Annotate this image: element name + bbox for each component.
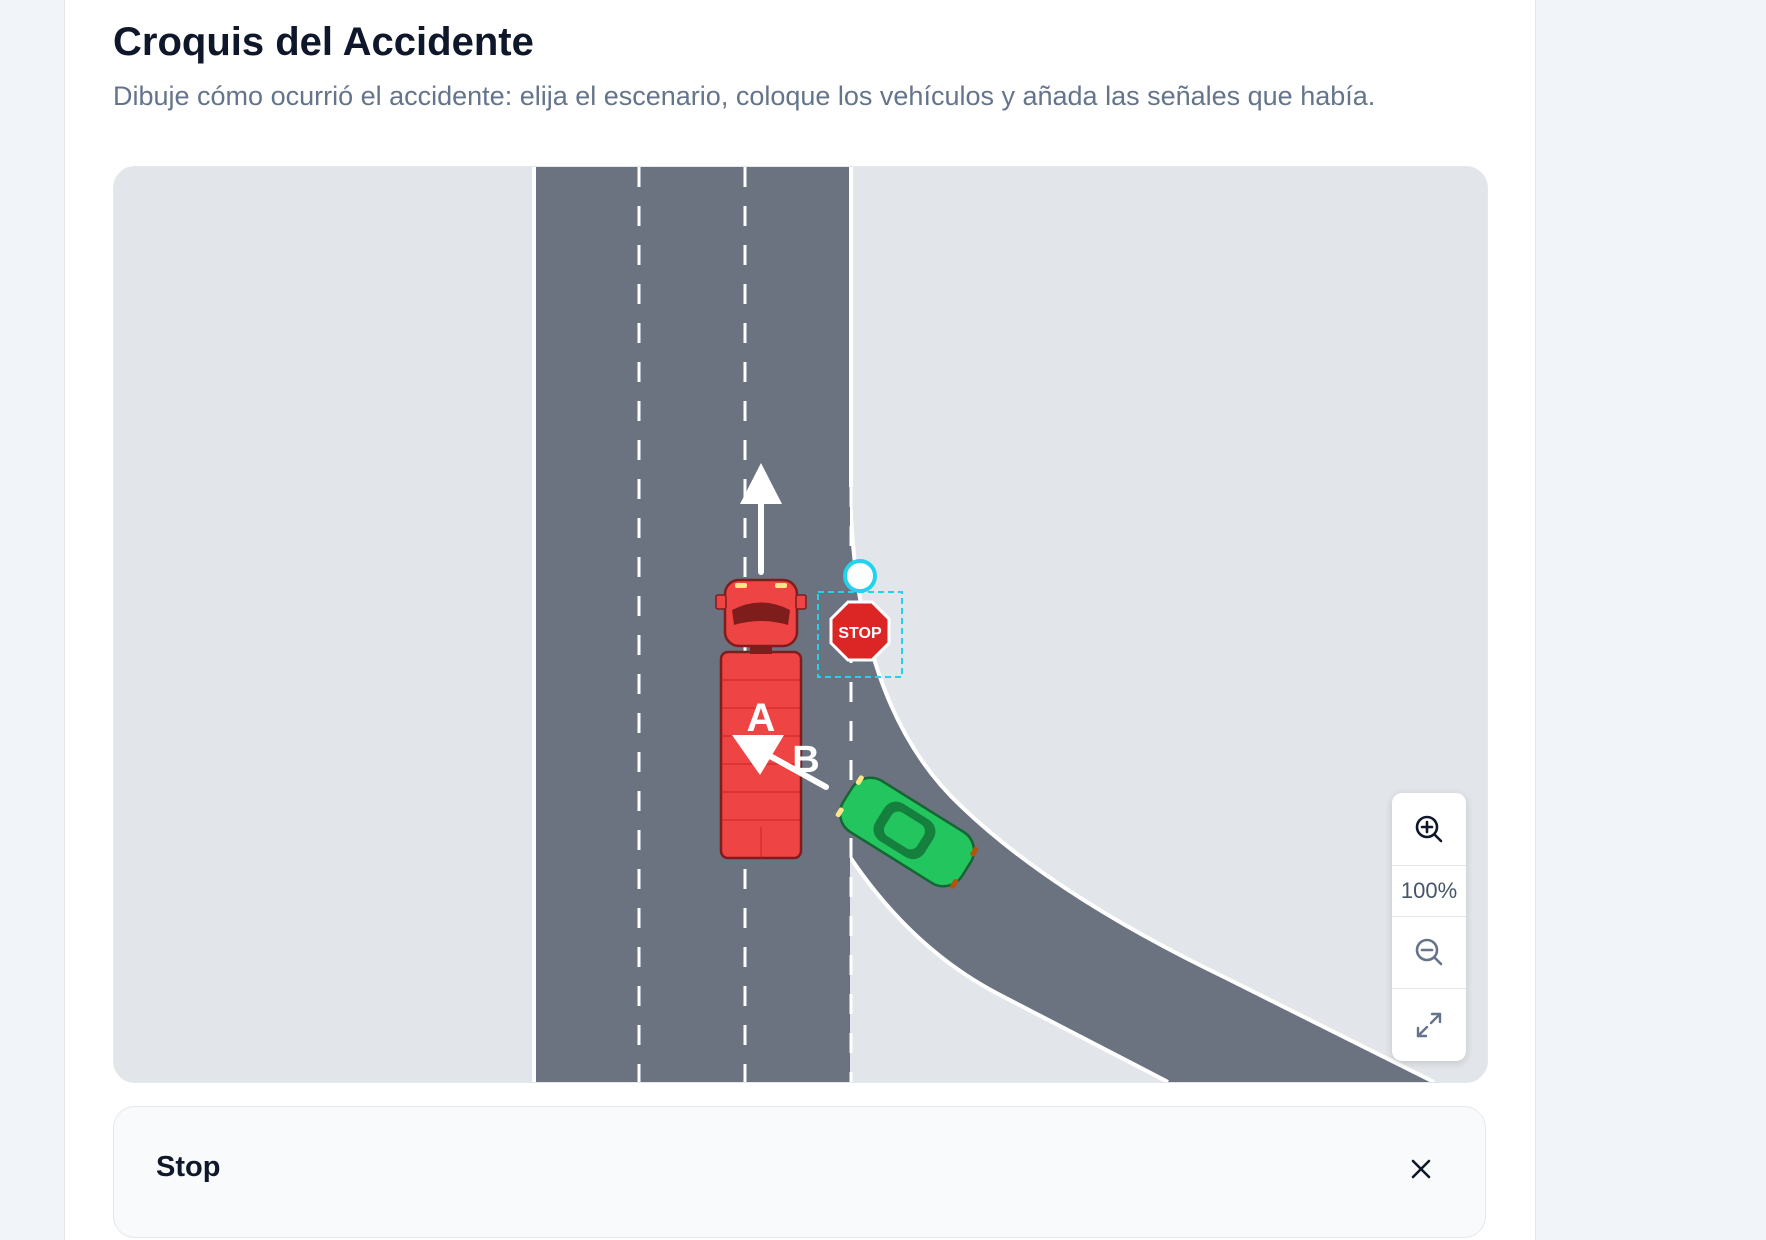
page-subtitle: Dibuje cómo ocurrió el accidente: elija …: [113, 81, 1376, 111]
truck-mirror-left: [715, 594, 727, 610]
zoom-controls: 100%: [1392, 793, 1466, 1061]
zoom-in-icon: [1415, 815, 1443, 843]
vehicle-a-label: A: [747, 696, 776, 740]
expand-icon: [1416, 1012, 1442, 1038]
truck-headlight-right: [775, 583, 787, 588]
fullscreen-button[interactable]: [1392, 989, 1466, 1061]
zoom-level: 100%: [1392, 864, 1466, 917]
selected-item-title: Stop: [156, 1151, 221, 1183]
zoom-out-button[interactable]: [1392, 917, 1466, 989]
main-road: [534, 167, 850, 1082]
vehicle-a[interactable]: A: [715, 578, 807, 860]
sketch-canvas[interactable]: A B STOP: [113, 166, 1488, 1083]
close-panel-button[interactable]: [1397, 1145, 1445, 1193]
rotate-handle[interactable]: [843, 559, 877, 593]
truck-mirror-right: [795, 594, 807, 610]
selected-item-panel: Stop: [113, 1106, 1486, 1238]
sketch-scene[interactable]: A B STOP: [114, 167, 1487, 1082]
stop-sign-text: STOP: [838, 625, 882, 642]
close-icon: [1411, 1159, 1431, 1179]
page-title: Croquis del Accidente: [113, 20, 534, 64]
truck-headlight-left: [735, 583, 747, 588]
zoom-in-button[interactable]: [1392, 793, 1466, 865]
zoom-out-icon: [1415, 939, 1443, 966]
branch-road: [850, 487, 1434, 1082]
